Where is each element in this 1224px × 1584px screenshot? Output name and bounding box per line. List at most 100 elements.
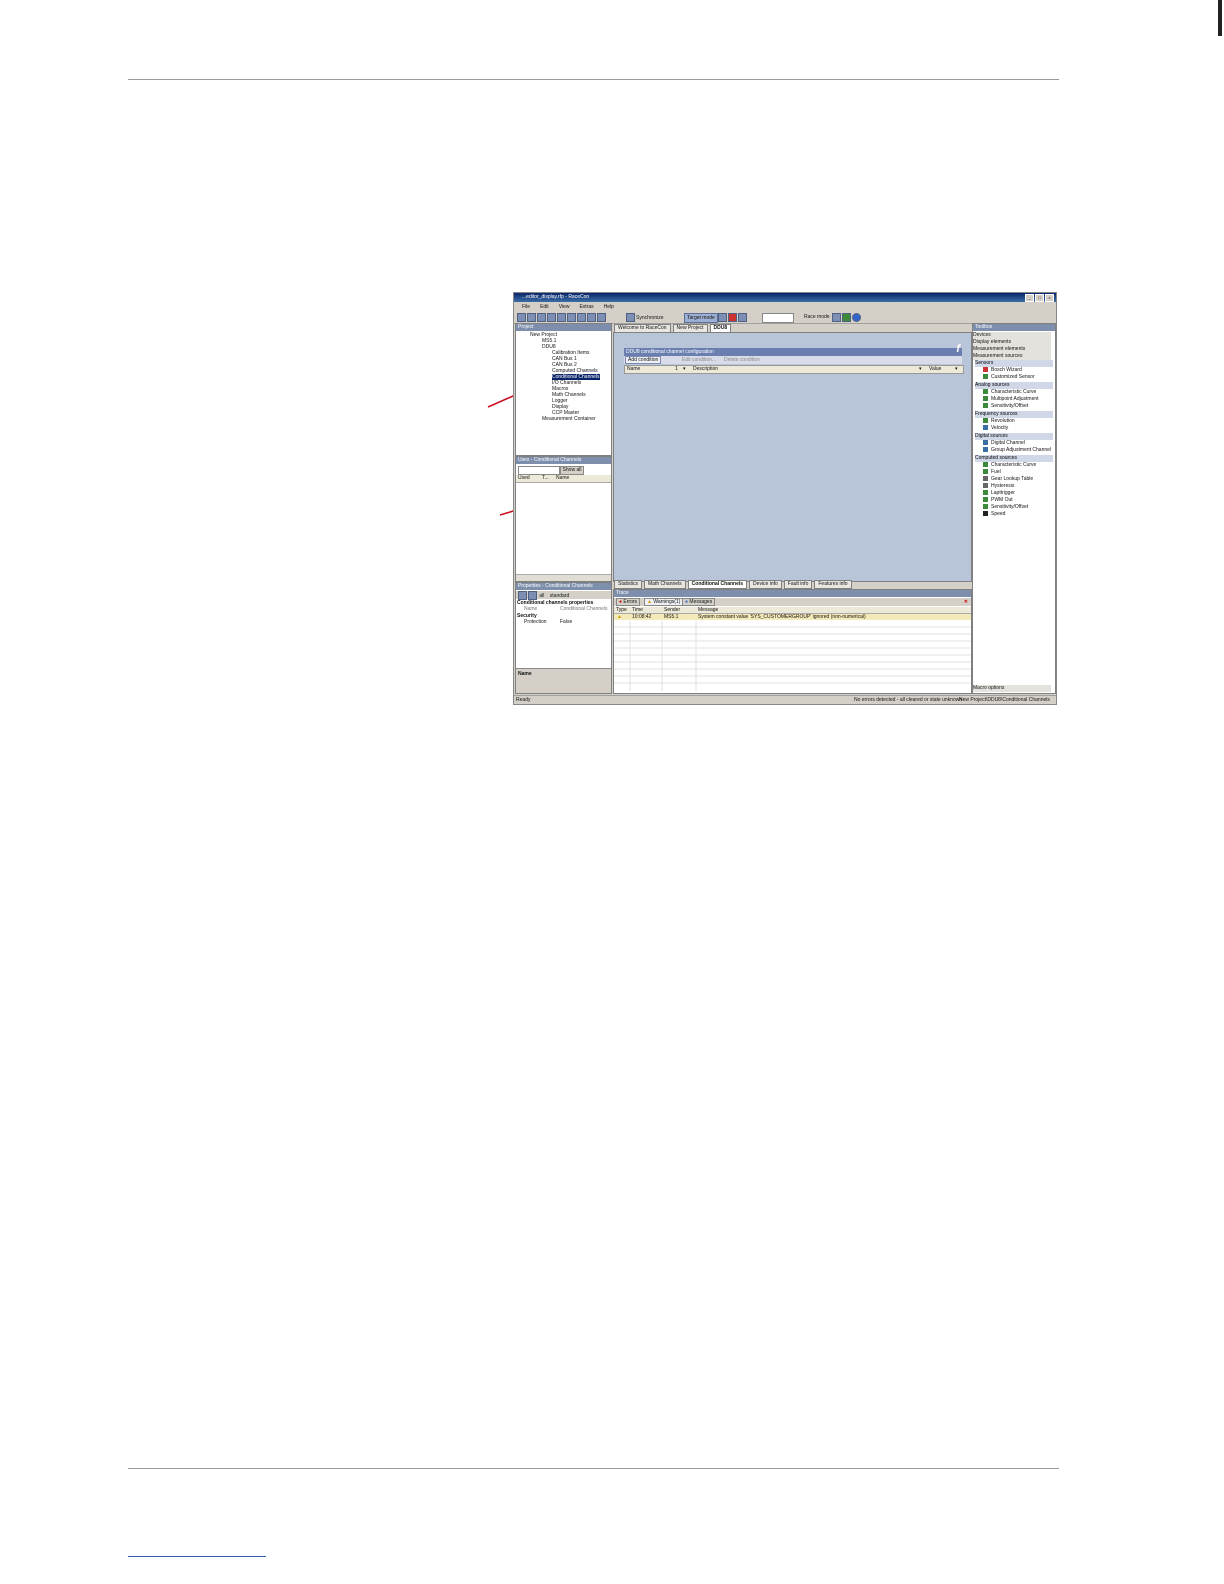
prop-row-protection[interactable]: Protection False (516, 619, 611, 625)
toolbox-item[interactable]: Velocity (983, 425, 1008, 432)
close-icon[interactable]: × (1045, 294, 1054, 302)
properties-panel-header: Properties - Conditional Channels (516, 583, 611, 590)
toolbox-section-devices[interactable]: Devices (973, 332, 1051, 339)
redo-icon[interactable] (597, 313, 606, 322)
zoom-combo[interactable] (762, 313, 794, 323)
project-panel-header: Project (516, 324, 611, 331)
tab-features-info[interactable]: Features info (814, 580, 852, 589)
toolbox-item[interactable]: PWM Out (983, 497, 1013, 504)
group-frequency[interactable]: Frequency sources (975, 411, 1053, 418)
menu-edit[interactable]: Edit (540, 303, 549, 311)
open-icon[interactable] (527, 313, 536, 322)
cut-icon[interactable] (557, 313, 566, 322)
menu-help[interactable]: Help (604, 303, 614, 311)
menu-file[interactable]: File (522, 303, 530, 311)
used-scrollbar[interactable] (516, 574, 611, 581)
clear-trace-icon[interactable]: ✕ (964, 598, 968, 606)
save-icon[interactable] (537, 313, 546, 322)
synchronize-button[interactable]: Synchronize (626, 313, 664, 322)
tree-item[interactable]: Measurement Container (542, 416, 596, 422)
toolbox-item[interactable]: Speed (983, 511, 1005, 518)
toolbox-item[interactable]: Fuel (983, 469, 1001, 476)
filter-icon[interactable]: ▾ (919, 366, 922, 373)
mode-icon[interactable] (718, 313, 727, 322)
stop-icon[interactable] (738, 313, 747, 322)
grid-icon[interactable] (842, 313, 851, 322)
col-message[interactable]: Message (698, 607, 718, 613)
menu-extras[interactable]: Extras (579, 303, 593, 311)
col-name[interactable]: Name (556, 475, 569, 482)
tool-icon[interactable] (832, 313, 841, 322)
group-digital[interactable]: Digital sources (975, 433, 1053, 440)
tab-statistics[interactable]: Statistics (614, 580, 643, 589)
undo-icon[interactable] (587, 313, 596, 322)
col-type[interactable]: T... (542, 475, 549, 482)
tab-math-channels[interactable]: Math Channels (644, 580, 686, 589)
toolbar-file-icons[interactable] (517, 313, 607, 322)
errors-button[interactable]: ● Errors (616, 598, 641, 606)
toolbox-item[interactable]: Gear Lookup Table (983, 476, 1033, 483)
filter-standard[interactable]: standard (550, 593, 569, 599)
toolbox-item[interactable]: Revolution (983, 418, 1015, 425)
col-time[interactable]: Time (632, 607, 643, 613)
toolbox-item[interactable]: Characteristic Curve (983, 389, 1036, 396)
categorized-icon[interactable] (518, 591, 527, 600)
print-icon[interactable] (547, 313, 556, 322)
toolbox-item[interactable]: Sensitivity/Offset (983, 504, 1028, 511)
col-condition-description[interactable]: Description (693, 366, 718, 373)
toolbox-item[interactable]: Characteristic Curve (983, 462, 1036, 469)
col-type[interactable]: Type (616, 607, 627, 613)
toolbox-item-label: Velocity (991, 425, 1009, 431)
tab-fault-info[interactable]: Fault info (783, 580, 813, 589)
col-condition-value[interactable]: Value (929, 366, 941, 373)
help-icon[interactable] (852, 313, 861, 322)
filter-all[interactable]: all (539, 593, 544, 599)
delete-condition-button[interactable]: Delete condition (724, 356, 760, 364)
col-condition-name[interactable]: Name (627, 366, 640, 373)
warnings-button[interactable]: ▲ Warnings(1) (644, 598, 684, 606)
used-filter-input[interactable] (518, 466, 560, 475)
toolbox-item[interactable]: Multipoint Adjustment (983, 396, 1039, 403)
toolbox-item[interactable]: Sensitivity/Offset (983, 403, 1028, 410)
maximize-icon[interactable]: □ (1035, 294, 1044, 302)
toolbox-section-measurement[interactable]: Measurement elements (973, 346, 1051, 353)
toolbar-extra-icons[interactable] (832, 313, 862, 322)
toolbox-item[interactable]: Bosch Wizard (983, 367, 1022, 374)
new-icon[interactable] (517, 313, 526, 322)
toolbox-panel: Toolbox Devices Display elements Measure… (972, 323, 1056, 694)
group-computed[interactable]: Computed sources (975, 455, 1053, 462)
tab-conditional-channels[interactable]: Conditional Channels (687, 580, 748, 589)
filter-icon[interactable]: ▾ (955, 366, 958, 373)
group-sensors[interactable]: Sensors (975, 360, 1053, 367)
add-condition-button[interactable]: Add condition (625, 356, 662, 364)
sort-icon[interactable] (528, 591, 537, 600)
minimize-icon[interactable]: _ (1025, 294, 1034, 302)
tab-device-info[interactable]: Device info (749, 580, 782, 589)
show-all-button[interactable]: Show all (560, 466, 584, 475)
sensor-icon (983, 374, 988, 380)
race-mode-button[interactable]: Race mode (804, 313, 830, 321)
filter-icon[interactable]: ▾ (683, 366, 686, 373)
group-analog[interactable]: Analog sources (975, 382, 1053, 389)
toolbox-item[interactable]: Hysteresis (983, 483, 1014, 490)
trace-row[interactable]: ▲ 10:08:42 MS5.1 System constant value '… (614, 614, 971, 620)
toolbox-item[interactable]: Lapttrigger (983, 490, 1015, 497)
paste-icon[interactable] (577, 313, 586, 322)
copy-icon[interactable] (567, 313, 576, 322)
col-sort-index[interactable]: 1 (675, 366, 678, 373)
prop-row-name[interactable]: Name Conditional Channels (516, 606, 611, 612)
toolbox-section-display[interactable]: Display elements (973, 339, 1051, 346)
toolbox-item[interactable]: Digital Channel (983, 440, 1025, 447)
toolbar-mode-icons[interactable] (718, 313, 748, 322)
messages-button[interactable]: ● Messages (682, 598, 716, 606)
target-mode-button[interactable]: Target mode (684, 313, 718, 323)
menu-view[interactable]: View (559, 303, 570, 311)
col-used[interactable]: Used (518, 475, 530, 482)
toolbox-item[interactable]: Group Adjustment Channel (983, 447, 1051, 454)
toolbox-footer[interactable]: Macro options (973, 685, 1051, 692)
toolbox-item[interactable]: Customized Sensor (983, 374, 1035, 381)
toolbox-section-sources[interactable]: Measurement sources (973, 353, 1051, 360)
edit-condition-button[interactable]: Edit condition... (682, 356, 716, 364)
col-sender[interactable]: Sender (664, 607, 680, 613)
record-icon[interactable] (728, 313, 737, 322)
